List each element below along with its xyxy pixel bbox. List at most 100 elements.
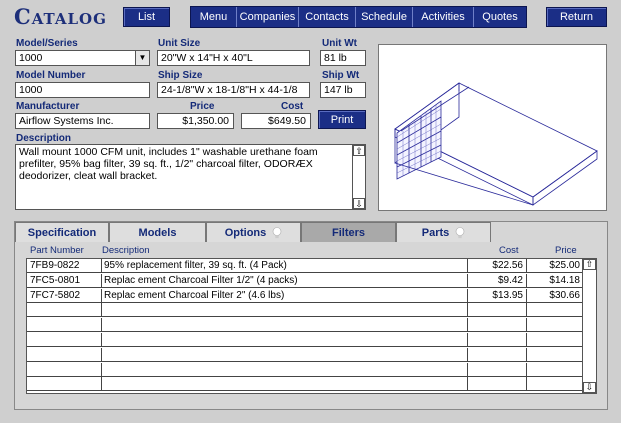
- nav-activities[interactable]: Activities: [413, 7, 474, 27]
- description-text: Wall mount 1000 CFM unit, includes 1" wa…: [19, 146, 318, 182]
- description-cell: [101, 362, 467, 376]
- price-cell: [526, 318, 583, 332]
- col-part-number: Part Number: [30, 245, 84, 256]
- table-header: Part Number Description Cost Price: [15, 244, 607, 258]
- cost-cell: [467, 347, 526, 361]
- cost-cell: $9.42: [467, 273, 526, 287]
- catalog-logo: Catalog: [14, 4, 107, 29]
- price-cell: $25.00: [526, 259, 583, 272]
- price-cell: [526, 377, 583, 391]
- table-row[interactable]: [27, 333, 583, 347]
- description-textarea[interactable]: Wall mount 1000 CFM unit, includes 1" wa…: [15, 144, 366, 210]
- cost-cell: [467, 362, 526, 376]
- part-number-cell: [30, 318, 100, 331]
- product-image: [378, 44, 607, 211]
- print-button[interactable]: Print: [318, 110, 366, 129]
- table-row[interactable]: 7FB9-0822 95% replacement filter, 39 sq. …: [27, 259, 583, 273]
- manufacturer-field[interactable]: Airflow Systems Inc.: [15, 113, 150, 129]
- down-arrow-icon[interactable]: ⇩: [583, 382, 596, 393]
- ship-size-label: Ship Size: [158, 70, 203, 81]
- part-number-cell: 7FC5-0801: [30, 274, 81, 286]
- table-row[interactable]: [27, 347, 583, 362]
- detail-tabs: Specification Models Options Filters Par…: [15, 222, 607, 242]
- tab-label: Specification: [27, 226, 97, 239]
- model-series-label: Model/Series: [16, 38, 78, 49]
- lightbulb-icon: [272, 226, 282, 238]
- unit-size-field[interactable]: 20"W x 14"H x 40"L: [157, 50, 310, 66]
- tab-models[interactable]: Models: [109, 222, 206, 242]
- tab-label: Options: [224, 226, 267, 239]
- description-cell: [101, 303, 467, 317]
- part-number-cell: 7FC7-5802: [30, 289, 81, 301]
- price-cell: [526, 303, 583, 317]
- description-cell: Replac ement Charcoal Filter 2" (4.6 lbs…: [101, 288, 467, 302]
- ship-wt-label: Ship Wt: [322, 70, 360, 81]
- part-number-cell: [30, 377, 100, 390]
- description-cell: [101, 318, 467, 332]
- tab-parts[interactable]: Parts: [396, 222, 491, 242]
- table-row[interactable]: [27, 377, 583, 392]
- up-arrow-icon[interactable]: ⇧: [583, 259, 596, 270]
- lightbulb-icon: [455, 226, 465, 238]
- table-scrollbar[interactable]: ⇧ ⇩: [582, 259, 596, 393]
- ship-wt-field[interactable]: 147 lb: [320, 82, 366, 98]
- description-scrollbar[interactable]: ⇧ ⇩: [352, 145, 365, 209]
- price-field[interactable]: $1,350.00: [157, 113, 234, 129]
- price-cell: [526, 333, 583, 346]
- description-cell: 95% replacement filter, 39 sq. ft. (4 Pa…: [101, 259, 467, 272]
- part-number-cell: [30, 303, 100, 316]
- col-cost: Cost: [499, 245, 519, 256]
- description-cell: Replac ement Charcoal Filter 1/2" (4 pac…: [101, 273, 467, 287]
- description-cell: [101, 333, 467, 346]
- main-nav: Menu Companies Contacts Schedule Activit…: [190, 6, 527, 28]
- cost-cell: [467, 318, 526, 332]
- price-cell: [526, 362, 583, 376]
- price-label: Price: [190, 101, 215, 112]
- down-arrow-icon[interactable]: ⇩: [353, 198, 365, 209]
- tab-label: Models: [138, 226, 177, 239]
- part-number-cell: [30, 333, 100, 346]
- model-series-select[interactable]: 1000 ▼: [15, 50, 150, 66]
- nav-schedule[interactable]: Schedule: [356, 7, 413, 27]
- price-cell: $30.66: [526, 288, 583, 302]
- nav-companies[interactable]: Companies: [237, 7, 299, 27]
- tab-filters[interactable]: Filters: [301, 222, 396, 242]
- unit-wt-field[interactable]: 81 lb: [320, 50, 366, 66]
- chevron-down-icon[interactable]: ▼: [135, 51, 149, 65]
- cost-field[interactable]: $649.50: [241, 113, 311, 129]
- model-series-value: 1000: [19, 52, 43, 64]
- ship-size-field[interactable]: 24-1/8"W x 18-1/8"H x 44-1/8: [157, 82, 310, 98]
- part-number-cell: [30, 363, 100, 376]
- cost-cell: [467, 377, 526, 391]
- up-arrow-icon[interactable]: ⇧: [353, 145, 365, 156]
- table-row[interactable]: [27, 303, 583, 318]
- unit-wt-label: Unit Wt: [322, 38, 357, 49]
- tab-specification[interactable]: Specification: [15, 222, 109, 242]
- description-cell: [101, 377, 467, 391]
- model-number-field[interactable]: 1000: [15, 82, 150, 98]
- nav-contacts[interactable]: Contacts: [299, 7, 356, 27]
- part-number-cell: 7FB9-0822: [30, 260, 80, 271]
- return-button[interactable]: Return: [546, 7, 607, 27]
- price-cell: $14.18: [526, 273, 583, 287]
- model-number-label: Model Number: [16, 70, 86, 81]
- table-row[interactable]: 7FC7-5802 Replac ement Charcoal Filter 2"…: [27, 288, 583, 303]
- list-button[interactable]: List: [123, 7, 170, 27]
- cost-cell: $13.95: [467, 288, 526, 302]
- cost-cell: $22.56: [467, 259, 526, 272]
- price-cell: [526, 347, 583, 361]
- col-price: Price: [555, 245, 577, 256]
- manufacturer-label: Manufacturer: [16, 101, 80, 112]
- description-cell: [101, 347, 467, 361]
- part-number-cell: [30, 348, 100, 361]
- filters-table: 7FB9-0822 95% replacement filter, 39 sq. …: [26, 258, 597, 394]
- table-row[interactable]: [27, 318, 583, 333]
- nav-menu[interactable]: Menu: [191, 7, 237, 27]
- unit-size-label: Unit Size: [158, 38, 201, 49]
- tab-options[interactable]: Options: [206, 222, 301, 242]
- table-row[interactable]: [27, 362, 583, 377]
- col-description: Description: [102, 245, 150, 256]
- air-cleaner-unit-drawing: [394, 82, 598, 206]
- table-row[interactable]: 7FC5-0801 Replac ement Charcoal Filter 1/…: [27, 273, 583, 288]
- nav-quotes[interactable]: Quotes: [474, 7, 526, 27]
